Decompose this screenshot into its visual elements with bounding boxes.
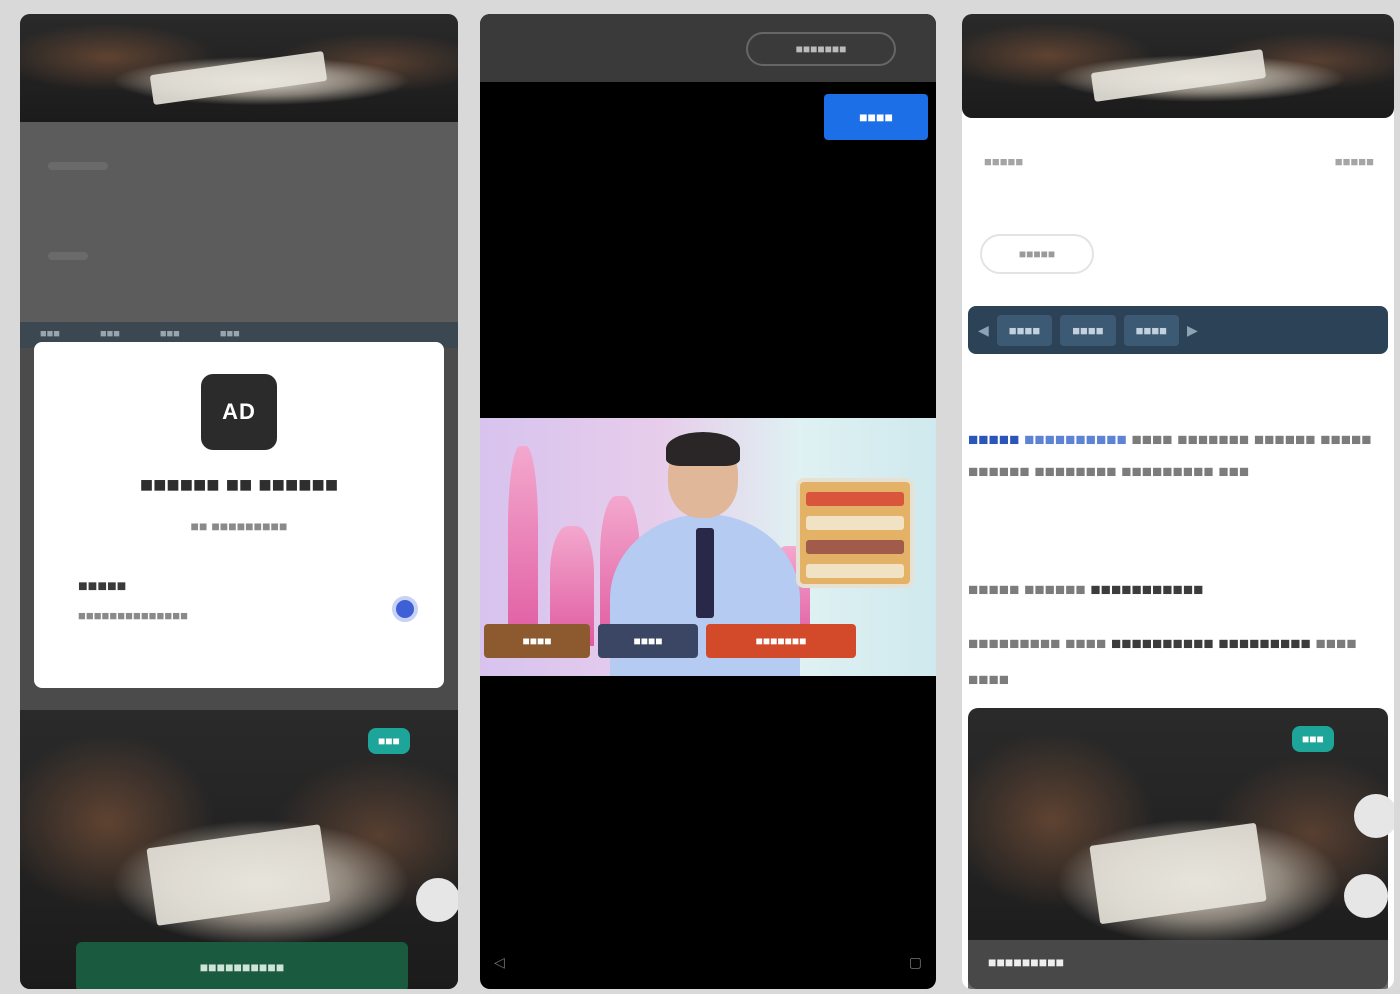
account-email: ■■■■■■■■■■■■■■ — [78, 608, 188, 623]
nav-item[interactable]: ■■■ — [220, 328, 240, 342]
top-bar: ■■■■■■■ — [480, 14, 936, 82]
photo-badge: ■■■ — [368, 728, 410, 754]
category-item[interactable]: ■■■■ — [996, 314, 1053, 346]
photo-badge: ■■■ — [1292, 726, 1334, 752]
nav-item[interactable]: ■■■ — [160, 328, 180, 342]
presenter-tie — [696, 528, 714, 618]
category-bar: ◀ ■■■■ ■■■■ ■■■■ ▶ — [968, 306, 1388, 354]
account-name: ■■■■■ — [78, 578, 127, 595]
article-link[interactable]: ■■■■■■■■■■ — [1024, 430, 1127, 449]
account-picker-dialog: AD ■■■■■■ ■■ ■■■■■■ ■■ ■■■■■■■■■ ■■■■■ ■… — [34, 342, 444, 688]
lower-third: ■■■■ ■■■■ ■■■■■■■ — [480, 624, 936, 668]
account-option[interactable]: ■■■■■ ■■■■■■■■■■■■■■ — [78, 578, 418, 638]
bottom-button[interactable]: ■■■■■■■■■■ — [76, 942, 408, 989]
back-icon[interactable]: ◁ — [494, 954, 505, 971]
video-frame[interactable]: ■■■■ ■■■■ ■■■■■■■ — [480, 418, 936, 676]
top-pill[interactable]: ■■■■■■■ — [746, 32, 896, 66]
float-button[interactable] — [416, 878, 458, 922]
meta-right: ■■■■■ — [1334, 154, 1374, 169]
dialog-subtitle: ■■ ■■■■■■■■■ — [190, 518, 288, 534]
board-mid: ■■■■ — [598, 624, 698, 658]
top-photo — [962, 14, 1394, 118]
line-bold: ■■■■■■■■■■ ■■■■■■■■■ — [1110, 634, 1311, 653]
article-line: ■■■■■■■■■ ■■■■ ■■■■■■■■■■ ■■■■■■■■■ ■■■■… — [968, 626, 1382, 698]
article-text: ■■■■■ ■■■■■■■■■■ ■■■■ ■■■■■■■ ■■■■■■ ■■■… — [968, 424, 1382, 488]
line-text: ■■■■■ ■■■■■■ — [968, 580, 1086, 599]
tag-chip[interactable]: ■■■■■ — [980, 234, 1094, 274]
chart-spike — [508, 446, 538, 646]
article-highlight[interactable]: ■■■■■ — [968, 430, 1019, 449]
nav-item[interactable]: ■■■ — [40, 328, 60, 342]
board-right: ■■■■■■■ — [706, 624, 856, 658]
middle-screen: ■■■■■■■ ■■■■ ■■■■ ■■■■ ■■■■■■■ ◁ ▢ — [480, 14, 936, 989]
nav-item[interactable]: ■■■ — [100, 328, 120, 342]
bottom-caption: ■■■■■■■■■ — [968, 940, 1388, 989]
dimmed-background — [20, 122, 458, 322]
chevron-left-icon[interactable]: ◀ — [978, 322, 989, 339]
line-text: ■■■■■■■■■ ■■■■ — [968, 634, 1107, 653]
category-item[interactable]: ■■■■ — [1123, 314, 1180, 346]
article-line: ■■■■■ ■■■■■■ ■■■■■■■■■■■ — [968, 574, 1382, 606]
fullscreen-icon[interactable]: ▢ — [909, 954, 922, 971]
chevron-right-icon[interactable]: ▶ — [1187, 322, 1198, 339]
app-icon: AD — [201, 374, 277, 450]
top-photo — [20, 14, 458, 122]
category-item[interactable]: ■■■■ — [1060, 314, 1116, 346]
left-screen: ■■■ ■■■ ■■■ ■■■ AD ■■■■■■ ■■ ■■■■■■ ■■ ■… — [20, 14, 458, 989]
float-button[interactable] — [1344, 874, 1388, 918]
float-button[interactable] — [1354, 794, 1394, 838]
selected-radio[interactable] — [392, 596, 418, 622]
line-bold: ■■■■■■■■■■■ — [1090, 580, 1204, 599]
app-icon-text: AD — [222, 399, 256, 424]
presenter-hair — [666, 432, 740, 466]
side-board — [796, 478, 914, 588]
blue-button[interactable]: ■■■■ — [824, 94, 928, 140]
meta-left: ■■■■■ — [984, 154, 1024, 169]
right-screen: ■■■■■ ■■■■■ ■■■■■ ◀ ■■■■ ■■■■ ■■■■ ▶ ■■■… — [962, 14, 1394, 989]
dialog-title: ■■■■■■ ■■ ■■■■■■ — [139, 472, 339, 497]
board-left: ■■■■ — [484, 624, 590, 658]
